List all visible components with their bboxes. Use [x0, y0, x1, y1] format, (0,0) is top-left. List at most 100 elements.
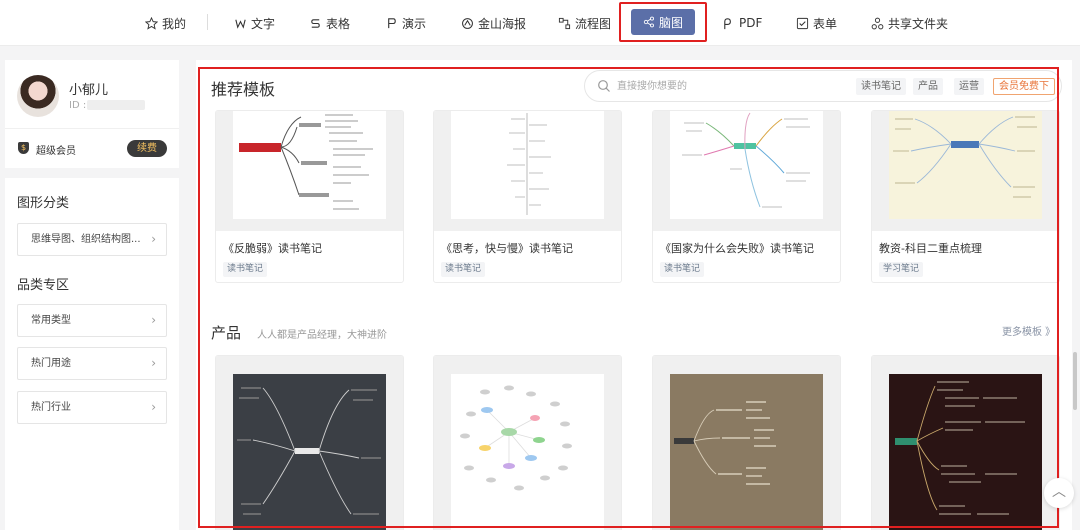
- s-sheet-icon: [311, 18, 320, 28]
- mindmap-preview: [889, 374, 1042, 530]
- template-card[interactable]: [215, 355, 404, 530]
- w-doc-icon: [235, 19, 246, 29]
- template-card[interactable]: 《国家为什么会失败》读书笔记 读书笔记: [652, 110, 841, 283]
- nav-item-pdf[interactable]: PDF: [722, 13, 762, 33]
- page-title: 推荐模板: [211, 80, 276, 99]
- mindmap-preview: [670, 111, 823, 219]
- pdf-icon: [724, 17, 731, 29]
- nav-item-label: 演示: [402, 16, 427, 31]
- poster-icon: [462, 17, 473, 29]
- template-title: 教资-科目二重点梳理: [879, 242, 982, 255]
- share-folder-icon: [871, 17, 884, 29]
- nav-item-sheet[interactable]: 表格: [309, 13, 350, 33]
- search-input[interactable]: [617, 77, 817, 95]
- section-subtitle: 人人都是产品经理，大神进阶: [257, 330, 387, 341]
- template-tag: 读书笔记: [223, 262, 268, 277]
- template-tag: 学习笔记: [879, 262, 924, 277]
- main-panel: 推荐模板 读书笔记 产品 运营 会员免费下: [196, 60, 1072, 530]
- flowchart-icon: [558, 17, 571, 29]
- nav-item-label: 金山海报: [478, 16, 527, 31]
- mindmap-preview: [233, 374, 386, 530]
- template-title: 《反脆弱》读书笔记: [223, 242, 322, 255]
- nav-item-poster[interactable]: 金山海报: [461, 13, 526, 33]
- back-to-top-button[interactable]: ︿: [1044, 478, 1074, 508]
- nav-item-label: 表单: [813, 16, 838, 31]
- search-icon: [598, 80, 610, 92]
- vip-badge-icon: $: [18, 142, 29, 154]
- nav-item-label: 共享文件夹: [888, 16, 949, 31]
- category-item-popular-uses[interactable]: 热门用途 ›: [17, 347, 167, 380]
- search-bar: 读书笔记 产品 运营 会员免费下: [584, 70, 1062, 102]
- nav-item-mine[interactable]: 我的: [145, 13, 186, 33]
- template-tag: 读书笔记: [441, 262, 486, 277]
- nav-item-writer[interactable]: 文字: [234, 13, 275, 33]
- user-name: 小郁儿: [69, 83, 109, 98]
- renew-button[interactable]: 续费: [127, 140, 167, 157]
- highlight-box-nav: [619, 2, 707, 42]
- search-tag-reading-notes[interactable]: 读书笔记: [856, 78, 906, 95]
- template-title: 《国家为什么会失败》读书笔记: [660, 242, 814, 255]
- template-card[interactable]: 《思考，快与慢》读书笔记 读书笔记: [433, 110, 622, 283]
- chevron-right-icon: ›: [151, 356, 156, 370]
- section-title-product: 产品: [211, 324, 242, 342]
- chevron-up-icon: ︿: [1052, 484, 1066, 500]
- template-tag: 读书笔记: [660, 262, 705, 277]
- category-item-common-types[interactable]: 常用类型 ›: [17, 304, 167, 337]
- template-thumbnail: [653, 111, 840, 231]
- template-title: 《思考，快与慢》读书笔记: [441, 242, 573, 255]
- nav-item-form[interactable]: 表单: [796, 13, 837, 33]
- vertical-scrollbar[interactable]: [1073, 352, 1077, 410]
- nav-item-presentation[interactable]: 演示: [385, 13, 426, 33]
- mindmap-preview: [233, 111, 386, 219]
- mindmap-preview: [670, 374, 823, 530]
- user-id-redacted: [87, 100, 145, 110]
- mindmap-preview: [451, 374, 604, 530]
- more-templates-link[interactable]: 更多模板 》: [1002, 323, 1055, 338]
- top-nav: 我的 文字 表格 演示 金山海报 流程图 PDF 表单 共享文件夹 脑图: [0, 0, 1080, 46]
- nav-item-shared-folder[interactable]: 共享文件夹: [871, 13, 948, 33]
- template-thumbnail: [434, 111, 621, 231]
- template-thumbnail: [872, 356, 1059, 530]
- template-card[interactable]: [652, 355, 841, 530]
- nav-item-flowchart[interactable]: 流程图: [558, 13, 611, 33]
- form-icon: [796, 17, 809, 29]
- mindmap-preview: [451, 111, 604, 219]
- nav-item-label: 流程图: [575, 16, 612, 31]
- nav-item-label: 文字: [251, 16, 276, 31]
- nav-divider: [207, 14, 208, 30]
- vip-free-tag[interactable]: 会员免费下: [993, 78, 1055, 95]
- vip-label: 超级会员: [36, 146, 76, 157]
- nav-item-label: PDF: [739, 16, 763, 30]
- category-item-diagram-types[interactable]: 思维导图、组织结构图... ›: [17, 223, 167, 256]
- category-item-label: 热门用途: [31, 358, 71, 369]
- template-card[interactable]: 《反脆弱》读书笔记 读书笔记: [215, 110, 404, 283]
- chevron-right-icon: ›: [151, 313, 156, 327]
- nav-item-label: 我的: [162, 16, 187, 31]
- category-item-label: 热门行业: [31, 402, 71, 413]
- template-thumbnail: [216, 356, 403, 530]
- template-card[interactable]: 教资-科目二重点梳理 学习笔记: [871, 110, 1060, 283]
- category-item-popular-industries[interactable]: 热门行业 ›: [17, 391, 167, 424]
- template-thumbnail: [872, 111, 1059, 231]
- search-tag-product[interactable]: 产品: [913, 78, 943, 95]
- search-tag-operations[interactable]: 运营: [954, 78, 984, 95]
- user-id-label: ID :: [69, 100, 87, 111]
- star-icon: [145, 16, 158, 30]
- avatar[interactable]: [17, 75, 59, 117]
- mindmap-preview: [889, 111, 1042, 219]
- zone-title: 品类专区: [17, 278, 70, 293]
- nav-item-label: 表格: [326, 16, 351, 31]
- template-thumbnail: [434, 356, 621, 530]
- category-item-label: 常用类型: [31, 315, 71, 326]
- category-panel: 图形分类 思维导图、组织结构图... › 品类专区 常用类型 › 热门用途 › …: [5, 178, 179, 530]
- chevron-right-icon: ›: [151, 400, 156, 414]
- template-card[interactable]: [871, 355, 1060, 530]
- user-card: 小郁儿 ID : $ 超级会员 续费: [5, 60, 179, 168]
- divider: [5, 128, 179, 129]
- template-thumbnail: [653, 356, 840, 530]
- template-card[interactable]: [433, 355, 622, 530]
- template-thumbnail: [216, 111, 403, 231]
- category-item-label: 思维导图、组织结构图...: [31, 234, 141, 245]
- p-slide-icon: [388, 17, 396, 28]
- chevron-right-icon: ›: [151, 232, 156, 246]
